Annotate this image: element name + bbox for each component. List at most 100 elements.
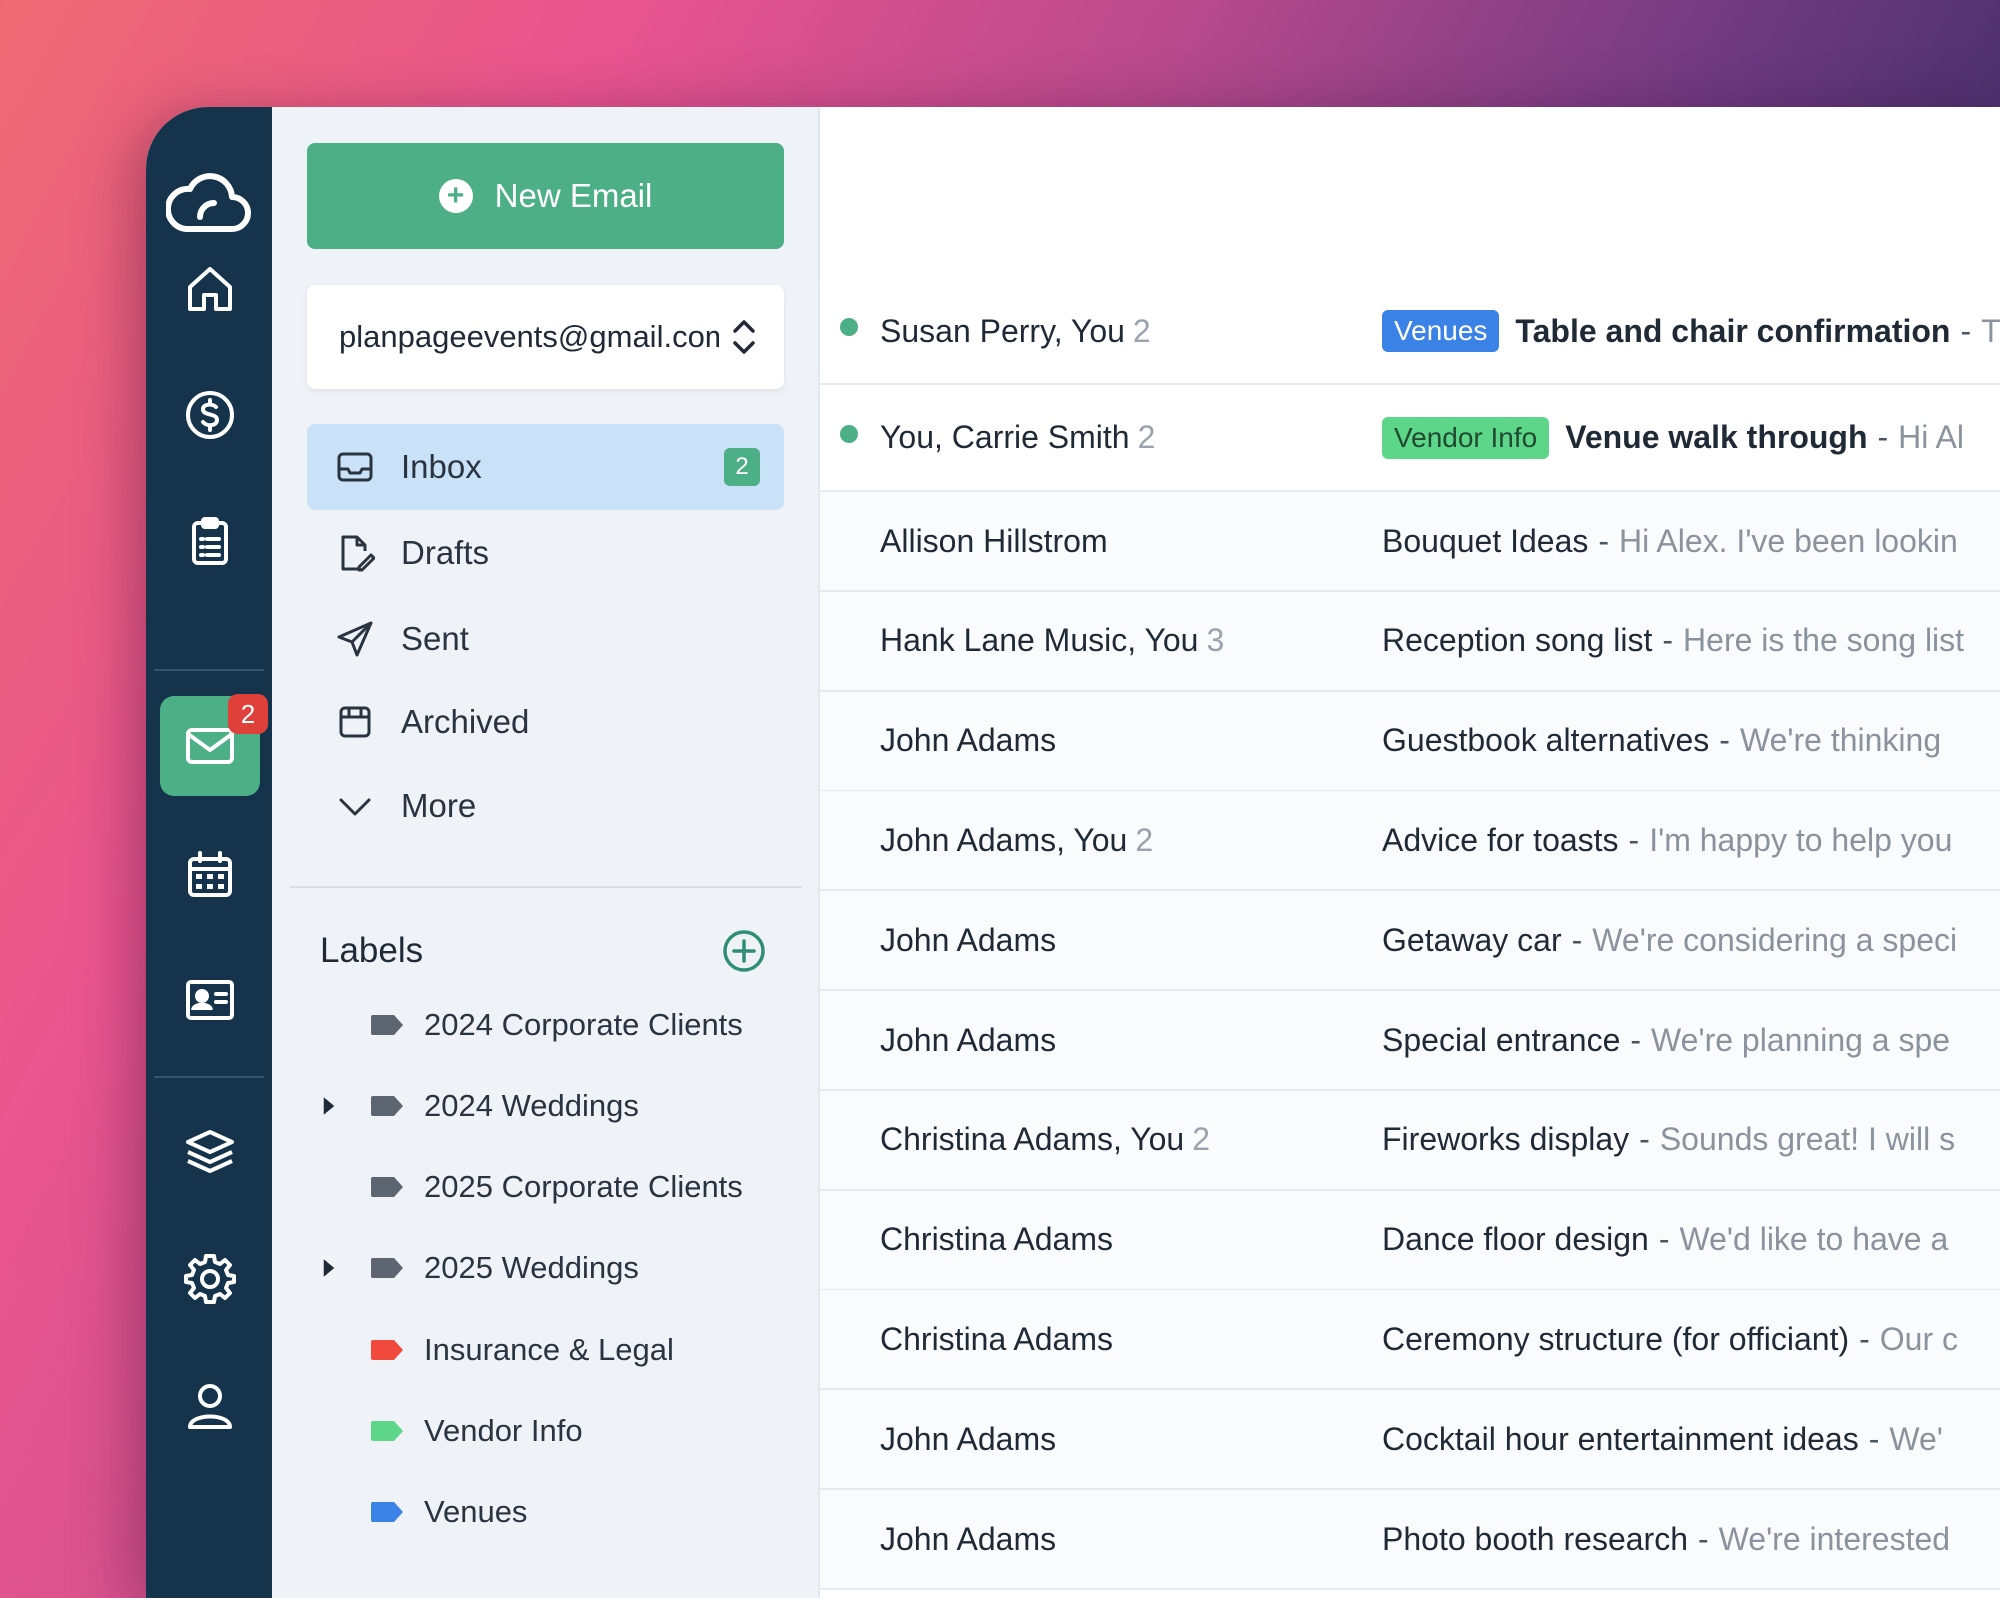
email-subject: Getaway car bbox=[1382, 921, 1562, 958]
sender-name: John Adams bbox=[880, 1520, 1057, 1557]
label-tag-icon bbox=[371, 1502, 403, 1522]
email-subject: Reception song list bbox=[1382, 622, 1653, 659]
sender-name: Christina Adams, You bbox=[880, 1121, 1185, 1158]
thread-count: 2 bbox=[1137, 419, 1156, 455]
sender-name: John Adams bbox=[880, 1021, 1057, 1058]
rail-divider bbox=[154, 1076, 264, 1078]
sender-name: You, Carrie Smith bbox=[880, 419, 1130, 455]
label-item[interactable]: Vendor Info bbox=[312, 1401, 792, 1461]
nav-archived[interactable]: Archived bbox=[307, 679, 784, 765]
email-row[interactable]: Christina Adams Ceremony structure (for o… bbox=[820, 1290, 2000, 1391]
email-preview: We're thinking bbox=[1739, 722, 1942, 759]
account-selector[interactable]: planpageevents@gmail.com bbox=[307, 285, 784, 389]
gear-icon[interactable] bbox=[160, 1228, 260, 1328]
email-preview: T bbox=[1981, 312, 2000, 349]
rail-divider bbox=[154, 669, 264, 671]
email-row[interactable]: Christina Adams Dance floor design - We'd l… bbox=[820, 1190, 2000, 1291]
caret-right-icon[interactable] bbox=[322, 1095, 352, 1117]
user-icon[interactable] bbox=[160, 1355, 260, 1455]
list-toolbar bbox=[820, 107, 2000, 279]
email-sender: John Adams bbox=[880, 1421, 1056, 1458]
layers-icon[interactable] bbox=[160, 1102, 260, 1202]
nav-label-inbox: Inbox bbox=[401, 448, 482, 485]
new-email-label: New Email bbox=[494, 177, 653, 214]
email-label-tag[interactable]: Vendor Info bbox=[1382, 416, 1550, 459]
email-sender: Christina Adams bbox=[880, 1221, 1113, 1258]
email-row[interactable]: Allison Hillstrom Bouquet Ideas - Hi Alex. … bbox=[820, 492, 2000, 592]
email-sender: Hank Lane Music, You 3 bbox=[880, 622, 1224, 659]
label-item[interactable]: Insurance & Legal bbox=[312, 1320, 792, 1380]
subject-separator: - bbox=[1719, 722, 1730, 759]
email-preview: We're interested bbox=[1718, 1520, 1951, 1557]
email-subject-line: Venues Table and chair confirmation - T bbox=[1382, 310, 2000, 352]
email-subject: Photo booth research bbox=[1382, 1520, 1688, 1557]
caret-right-icon[interactable] bbox=[322, 1257, 352, 1279]
thread-count: 2 bbox=[1132, 312, 1151, 349]
email-subject-line: Vendor Info Venue walk through - Hi Al bbox=[1382, 416, 2000, 459]
email-sender: Susan Perry, You 2 bbox=[880, 313, 1151, 350]
unread-dot-icon bbox=[840, 318, 858, 336]
email-preview: We're planning a spe bbox=[1651, 1021, 1951, 1058]
send-icon bbox=[337, 621, 373, 657]
thread-count: 3 bbox=[1206, 622, 1225, 659]
email-subject-line: Getaway car - We're considering a speci bbox=[1382, 922, 2000, 959]
subject-separator: - bbox=[1598, 522, 1610, 559]
new-email-button[interactable]: + New Email bbox=[307, 143, 784, 249]
label-item[interactable]: 2025 Weddings bbox=[312, 1238, 792, 1298]
email-row[interactable]: John Adams, You 2 Advice for toasts - I'm ha… bbox=[820, 791, 2000, 892]
cloud-logo-icon[interactable] bbox=[164, 157, 254, 247]
nav-sent[interactable]: Sent bbox=[307, 596, 784, 682]
email-sender: John Adams bbox=[880, 1521, 1056, 1558]
nav-inbox[interactable]: Inbox 2 bbox=[307, 424, 784, 510]
sender-name: John Adams, You bbox=[880, 821, 1128, 858]
email-row[interactable]: Susan Perry, You 2 Venues Table and chair c… bbox=[820, 279, 2000, 385]
email-subject: Advice for toasts bbox=[1382, 821, 1619, 858]
label-item[interactable]: 2024 Corporate Clients bbox=[312, 995, 792, 1055]
contact-card-icon[interactable] bbox=[160, 950, 260, 1050]
sender-name: Allison Hillstrom bbox=[880, 522, 1108, 559]
email-row[interactable]: John Adams Special entrance - We're plannin… bbox=[820, 991, 2000, 1091]
email-sender: Christina Adams bbox=[880, 1321, 1113, 1358]
inbox-count-badge: 2 bbox=[724, 448, 760, 486]
email-row[interactable]: John Adams Guestbook alternatives - We're t… bbox=[820, 691, 2000, 792]
label-tag-icon bbox=[371, 1015, 403, 1035]
nav-drafts[interactable]: Drafts bbox=[307, 510, 784, 596]
add-label-icon[interactable] bbox=[722, 929, 766, 973]
plus-circle-icon: + bbox=[438, 179, 473, 213]
email-preview: We're considering a speci bbox=[1592, 921, 1958, 958]
email-subject: Table and chair confirmation bbox=[1515, 312, 1951, 349]
label-item[interactable]: 2025 Corporate Clients bbox=[312, 1157, 792, 1217]
mail-icon[interactable]: 2 bbox=[160, 694, 268, 796]
email-subject: Dance floor design bbox=[1382, 1221, 1649, 1258]
email-subject: Venue walk through bbox=[1565, 419, 1868, 455]
email-sender: John Adams, You 2 bbox=[880, 822, 1153, 859]
email-subject-line: Dance floor design - We'd like to have a bbox=[1382, 1221, 2000, 1258]
label-item[interactable]: 2024 Weddings bbox=[312, 1076, 792, 1136]
label-item[interactable]: Venues bbox=[312, 1482, 792, 1542]
sender-name: Christina Adams bbox=[880, 1221, 1113, 1258]
subject-separator: - bbox=[1868, 1420, 1880, 1457]
email-preview: We'd like to have a bbox=[1679, 1221, 1949, 1258]
dollar-icon[interactable] bbox=[160, 365, 260, 465]
email-row[interactable]: Hank Lane Music, You 3 Reception song list… bbox=[820, 591, 2000, 692]
email-row[interactable]: John Adams Photo booth research - We're int… bbox=[820, 1490, 2000, 1590]
email-sender: Christina Adams, You 2 bbox=[880, 1121, 1210, 1158]
email-preview: Hi Al bbox=[1898, 419, 1964, 455]
calendar-icon[interactable] bbox=[160, 825, 260, 925]
sender-name: Susan Perry, You bbox=[880, 312, 1125, 349]
nav-label-archived: Archived bbox=[401, 703, 530, 740]
email-subject-line: Reception song list - Here is the song lis… bbox=[1382, 622, 2000, 659]
email-row[interactable]: Christina Adams, You 2 Fireworks display - S… bbox=[820, 1090, 2000, 1191]
home-icon[interactable] bbox=[160, 239, 260, 339]
email-row[interactable]: John Adams Cocktail hour entertainment id… bbox=[820, 1390, 2000, 1491]
thread-count: 2 bbox=[1135, 821, 1154, 858]
sender-name: John Adams bbox=[880, 1420, 1057, 1457]
email-row[interactable]: You, Carrie Smith 2 Vendor Info Venue walk … bbox=[820, 385, 2000, 492]
email-row[interactable]: John Adams Getaway car - We're considering … bbox=[820, 891, 2000, 992]
subject-separator: - bbox=[1639, 1121, 1650, 1158]
email-label-tag[interactable]: Venues bbox=[1382, 310, 1500, 352]
label-name: Venues bbox=[424, 1494, 528, 1529]
nav-more[interactable]: More bbox=[307, 763, 784, 849]
clipboard-icon[interactable] bbox=[160, 491, 260, 591]
nav-label-more: More bbox=[401, 787, 477, 824]
